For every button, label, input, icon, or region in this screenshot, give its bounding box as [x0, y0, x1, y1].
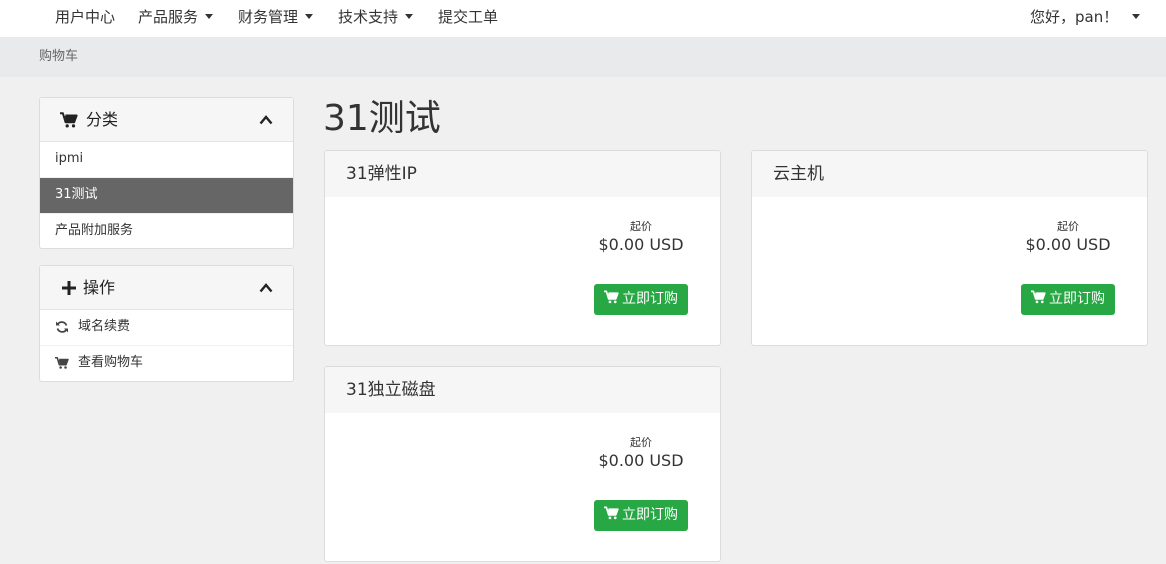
sidebar-item-addons[interactable]: 产品附加服务 [40, 214, 293, 250]
price-label: 起价 [630, 436, 652, 449]
cart-icon [55, 356, 69, 369]
refresh-icon [56, 321, 68, 333]
breadcrumb-current: 购物车 [39, 49, 79, 64]
sidebar-item-label: 31测试 [55, 187, 98, 202]
cart-icon [604, 506, 619, 520]
product-price: $0.00 USD [598, 451, 684, 470]
actions-panel-header[interactable]: 操作 [40, 266, 293, 310]
order-now-button[interactable]: 立即订购 [594, 284, 688, 315]
nav-billing-label: 财务管理 [238, 8, 299, 26]
sidebar-item-label: 域名续费 [78, 319, 131, 334]
product-name: 31独立磁盘 [325, 367, 720, 413]
breadcrumb: 购物车 [0, 37, 1166, 77]
nav-support-label: 技术支持 [338, 8, 399, 26]
chevron-down-icon [205, 14, 214, 19]
sidebar-item-label: 查看购物车 [78, 355, 144, 370]
sidebar-item-label: ipmi [55, 151, 84, 166]
nav-support[interactable]: 技术支持 [338, 0, 414, 37]
nav-billing[interactable]: 财务管理 [238, 0, 314, 37]
nav-user-center[interactable]: 用户中心 [55, 0, 115, 37]
categories-panel-header[interactable]: 分类 [40, 98, 293, 142]
order-now-label: 立即订购 [622, 291, 678, 307]
nav-submit-ticket-label: 提交工单 [438, 8, 499, 26]
cart-icon [60, 112, 78, 128]
order-now-button[interactable]: 立即订购 [1021, 284, 1115, 315]
chevron-down-icon [405, 14, 414, 19]
cart-icon [604, 290, 619, 304]
product-name: 31弹性IP [325, 151, 720, 197]
price-label: 起价 [1057, 220, 1079, 233]
user-greeting: 您好，pan！ [1030, 8, 1119, 26]
top-navbar: 用户中心 产品服务 财务管理 技术支持 提交工单 您好，pan！ [0, 0, 1166, 37]
actions-title: 操作 [83, 278, 116, 297]
sidebar-item-domain-renew[interactable]: 域名续费 [40, 310, 293, 346]
page-title: 31测试 [323, 98, 441, 139]
nav-products-services[interactable]: 产品服务 [138, 0, 214, 37]
product-card: 云主机 起价 $0.00 USD 立即订购 [751, 150, 1148, 346]
product-card: 31弹性IP 起价 $0.00 USD 立即订购 [324, 150, 721, 346]
categories-title: 分类 [86, 110, 119, 129]
actions-panel: 操作 域名续费 查看购物车 [39, 265, 294, 382]
cart-icon [1031, 290, 1046, 304]
product-name: 云主机 [752, 151, 1147, 197]
chevron-up-icon[interactable] [259, 113, 273, 127]
plus-icon [62, 281, 76, 295]
sidebar-item-31-test[interactable]: 31测试 [40, 178, 293, 214]
nav-user-center-label: 用户中心 [55, 8, 116, 26]
categories-panel: 分类 ipmi 31测试 产品附加服务 [39, 97, 294, 249]
chevron-down-icon [1132, 14, 1141, 19]
price-label: 起价 [630, 220, 652, 233]
product-price: $0.00 USD [1025, 235, 1111, 254]
product-card: 31独立磁盘 起价 $0.00 USD 立即订购 [324, 366, 721, 562]
product-price: $0.00 USD [598, 235, 684, 254]
order-now-button[interactable]: 立即订购 [594, 500, 688, 531]
order-now-label: 立即订购 [1049, 291, 1105, 307]
chevron-down-icon [305, 14, 314, 19]
sidebar-item-ipmi[interactable]: ipmi [40, 142, 293, 178]
chevron-up-icon[interactable] [259, 281, 273, 295]
sidebar-item-view-cart[interactable]: 查看购物车 [40, 346, 293, 382]
nav-submit-ticket[interactable]: 提交工单 [438, 0, 498, 37]
user-menu[interactable]: 您好，pan！ [1030, 0, 1141, 37]
nav-products-services-label: 产品服务 [138, 8, 199, 26]
sidebar-item-label: 产品附加服务 [55, 223, 134, 238]
order-now-label: 立即订购 [622, 507, 678, 523]
